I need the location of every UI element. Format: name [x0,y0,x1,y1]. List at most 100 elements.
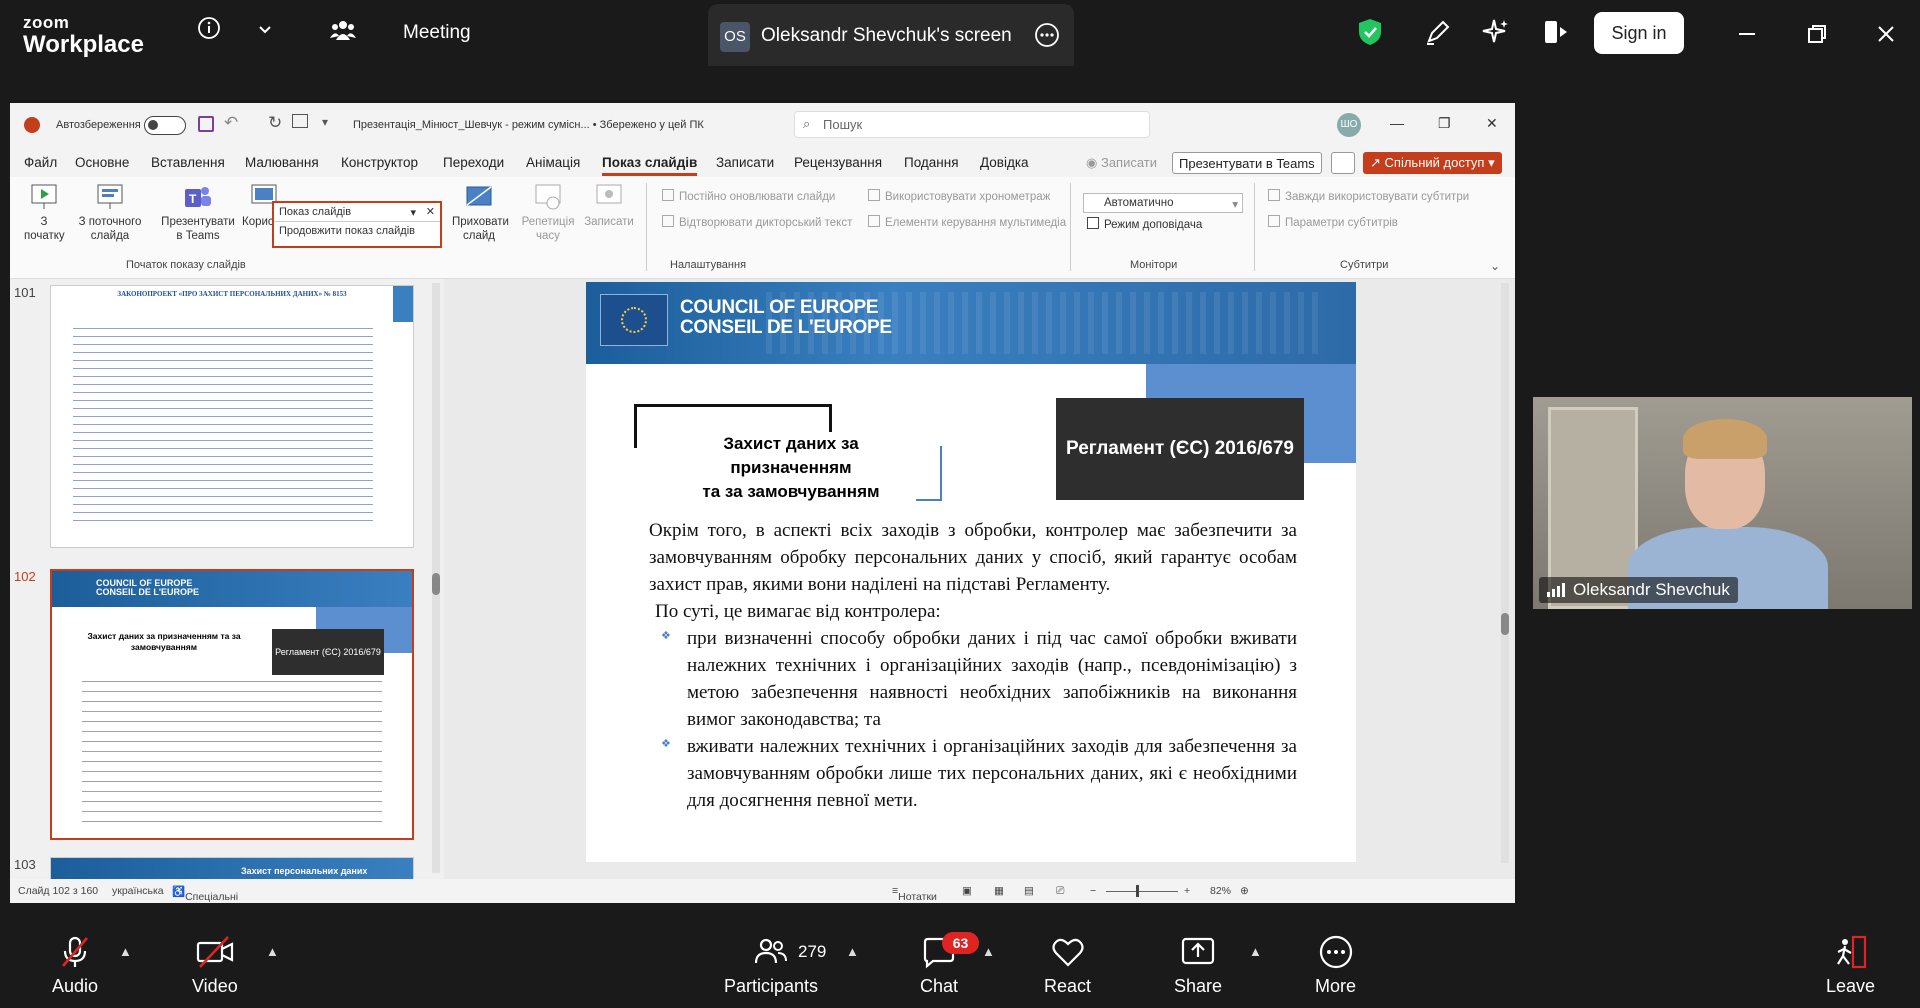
tab-transitions[interactable]: Переходи [443,155,504,170]
sign-in-button[interactable]: Sign in [1594,12,1684,54]
user-avatar[interactable]: ШО [1337,113,1361,137]
ai-companion-icon[interactable] [1482,18,1510,51]
shared-screen-title: Oleksandr Shevchuk's screen [761,25,1012,46]
info-icon[interactable] [194,16,224,46]
record-slideshow-button[interactable]: Записати [584,183,634,229]
reading-view-icon[interactable]: ▤ [1024,885,1034,897]
tab-draw[interactable]: Малювання [245,155,319,170]
audio-button[interactable]: Audio [52,934,98,997]
file-name[interactable]: Презентація_Мінюст_Шевчук - режим сумісн… [353,119,704,131]
thumbnail-scrollbar[interactable] [432,283,440,873]
audio-options-chevron-icon[interactable]: ▲ [119,944,132,959]
pp-minimize-icon[interactable]: — [1390,115,1404,131]
tab-review[interactable]: Рецензування [794,155,882,170]
search-input[interactable]: ⌕ Пошук [794,111,1150,138]
tab-slide-show[interactable]: Показ слайдів [602,155,698,176]
always-subtitles-checkbox[interactable]: Завжди використовувати субтитри [1268,189,1469,203]
notes-button[interactable]: ≡ Нотатки [892,885,937,903]
zoom-slider-handle[interactable] [1136,885,1139,897]
collapse-ribbon-icon[interactable]: ⌄ [1490,259,1500,273]
group-separator [646,183,647,271]
present-from-start-icon[interactable] [292,114,308,128]
language-indicator[interactable]: українська [112,885,164,897]
tab-file[interactable]: Файл [24,155,57,170]
comments-icon[interactable] [1331,152,1355,174]
group-label-subtitles: Субтитри [1340,259,1389,271]
current-slide: COUNCIL OF EUROPE CONSEIL DE L'EUROPE Ре… [586,282,1356,862]
annotate-icon[interactable] [1424,18,1452,51]
pp-restore-icon[interactable]: ❐ [1438,115,1451,132]
tab-insert[interactable]: Вставлення [151,155,225,170]
from-start-button[interactable]: З початку [24,183,65,244]
tab-record[interactable]: Записати [716,155,774,170]
dropdown-item-resume[interactable]: Продовжити показ слайдів [274,222,440,240]
canvas-scroll-thumb[interactable] [1501,613,1509,635]
undo-icon[interactable]: ↶ [224,113,238,133]
close-icon[interactable] [1876,24,1896,49]
slide-thumbnail-102[interactable]: COUNCIL OF EUROPE CONSEIL DE L'EUROPE Рег… [50,569,414,840]
shared-screen-tab[interactable]: OS Oleksandr Shevchuk's screen [708,4,1074,66]
video-button[interactable]: Video [192,934,238,997]
from-current-button[interactable]: З поточного слайда [72,183,148,244]
tab-view[interactable]: Подання [904,155,959,170]
zoom-out-icon[interactable]: − [1090,885,1096,897]
save-icon[interactable] [198,116,214,132]
canvas-scrollbar[interactable] [1501,283,1509,863]
shield-icon[interactable] [1357,17,1383,52]
monitor-select[interactable]: Автоматично ▾ [1083,193,1243,213]
rehearse-timings-button[interactable]: Репетиція часу [518,183,578,244]
record-button[interactable]: ◉ Записати [1086,155,1157,171]
timings-checkbox[interactable]: Використовувати хронометраж [868,189,1050,203]
video-options-chevron-icon[interactable]: ▲ [266,944,279,959]
more-button[interactable]: More [1315,934,1356,997]
slide-number: 102 [14,569,36,584]
zoom-level[interactable]: 82% [1210,885,1231,897]
signal-strength-icon [1547,583,1565,597]
slide-thumbnail-101[interactable]: ЗАКОНОПРОЕКТ «ПРО ЗАХИСТ ПЕРСОНАЛЬНИХ ДА… [50,285,414,548]
share-chevron-icon[interactable]: ▲ [1249,944,1262,959]
narration-checkbox[interactable]: Відтворювати дикторський текст [662,215,852,229]
accessibility-status[interactable]: ♿ Спеціальні можливості: недоступні [172,885,238,903]
tab-animations[interactable]: Анімація [526,155,580,170]
pp-close-icon[interactable]: ✕ [1486,115,1498,132]
chevron-down-icon[interactable] [250,16,280,46]
fit-slide-icon[interactable]: ⊕ [1240,885,1249,897]
status-bar: Слайд 102 з 160 українська ♿ Спеціальні … [10,879,1515,903]
tab-design[interactable]: Конструктор [341,155,418,170]
chat-chevron-icon[interactable]: ▲ [982,944,995,959]
hide-slide-button[interactable]: Приховати слайд [452,183,509,244]
rehearse-icon [535,184,561,210]
tab-home[interactable]: Основне [75,155,129,170]
presenter-view-checkbox[interactable]: Режим доповідача [1087,217,1202,231]
leave-button[interactable]: Leave [1826,934,1875,997]
present-teams-button[interactable]: T Презентувати в Teams [158,183,238,244]
normal-view-icon[interactable]: ▣ [962,885,972,897]
present-in-teams-button[interactable]: Презентувати в Teams [1172,152,1322,174]
minimize-icon[interactable] [1737,24,1757,49]
tab-help[interactable]: Довідка [980,155,1029,170]
participants-chevron-icon[interactable]: ▲ [846,944,859,959]
remote-control-icon[interactable] [1542,19,1570,50]
autosave-toggle[interactable] [144,116,186,135]
dropdown-close-icon[interactable]: ✕ [426,205,435,218]
participant-video-tile[interactable]: Oleksandr Shevchuk [1533,397,1912,609]
media-controls-checkbox[interactable]: Елементи керування мультимедіа [868,215,1066,229]
thumbnail-scroll-thumb[interactable] [432,573,440,595]
slide-thumbnail-panel: 101 ЗАКОНОПРОЕКТ «ПРО ЗАХИСТ ПЕРСОНАЛЬНИ… [10,279,444,887]
share-screen-button[interactable]: Share [1174,934,1222,997]
dropdown-item-slide-show[interactable]: Показ слайдів ▾ ✕ [274,203,440,222]
redo-icon[interactable]: ↻ [268,113,282,133]
subtitle-settings-button[interactable]: Параметри субтитрів [1268,215,1398,229]
zoom-slider[interactable] [1106,891,1178,892]
loop-checkbox[interactable]: Постійно оновлювати слайди [662,189,835,203]
sorter-view-icon[interactable]: ▦ [994,885,1004,897]
slideshow-view-icon[interactable]: ⎚ [1056,885,1064,898]
react-button[interactable]: React [1044,934,1091,997]
more-options-icon[interactable] [1034,22,1060,53]
zoom-in-icon[interactable]: + [1184,885,1190,897]
share-button[interactable]: ↗ Спільний доступ ▾ [1363,152,1502,174]
customize-toolbar-icon[interactable]: ▾ [322,115,328,129]
restore-icon[interactable] [1807,24,1827,49]
meeting-label[interactable]: Meeting [403,22,471,44]
slideshow-current-icon [97,184,123,209]
